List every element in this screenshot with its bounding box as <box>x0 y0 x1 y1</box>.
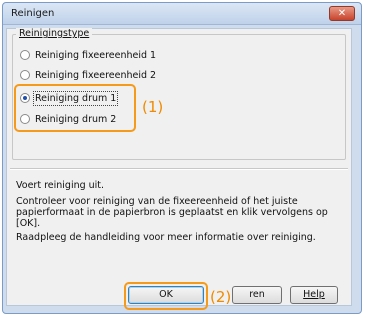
radio-label: Reiniging fixeereenheid 2 <box>35 69 157 81</box>
help-button[interactable]: Help <box>290 286 338 304</box>
title-bar[interactable]: Reinigen ✕ <box>3 3 361 25</box>
instruction-text: Controleer voor reiniging van de fixeere… <box>16 196 328 229</box>
callout-1: (1) <box>142 98 164 116</box>
separator <box>10 168 348 170</box>
radio-option-fixing-unit-1[interactable]: Reiniging fixeereenheid 1 <box>20 48 156 62</box>
close-icon: ✕ <box>337 8 347 19</box>
radio-option-fixing-unit-2[interactable]: Reiniging fixeereenheid 2 <box>20 68 156 82</box>
window-title: Reinigen <box>11 8 55 19</box>
cancel-button[interactable]: ren <box>232 286 282 304</box>
close-button[interactable]: ✕ <box>329 6 355 21</box>
radio-button[interactable] <box>20 70 30 80</box>
radio-label: Reiniging fixeereenheid 1 <box>35 49 157 61</box>
radio-button[interactable] <box>20 50 30 60</box>
description-text: Voert reiniging uit. <box>16 180 105 191</box>
callout-2: (2) <box>210 288 232 306</box>
ok-button[interactable]: OK <box>128 286 204 304</box>
cleaning-type-legend: Reinigingstype <box>16 28 93 39</box>
highlight-box-drum-options <box>14 84 136 132</box>
manual-reference-text: Raadpleeg de handleiding voor meer infor… <box>16 232 316 243</box>
